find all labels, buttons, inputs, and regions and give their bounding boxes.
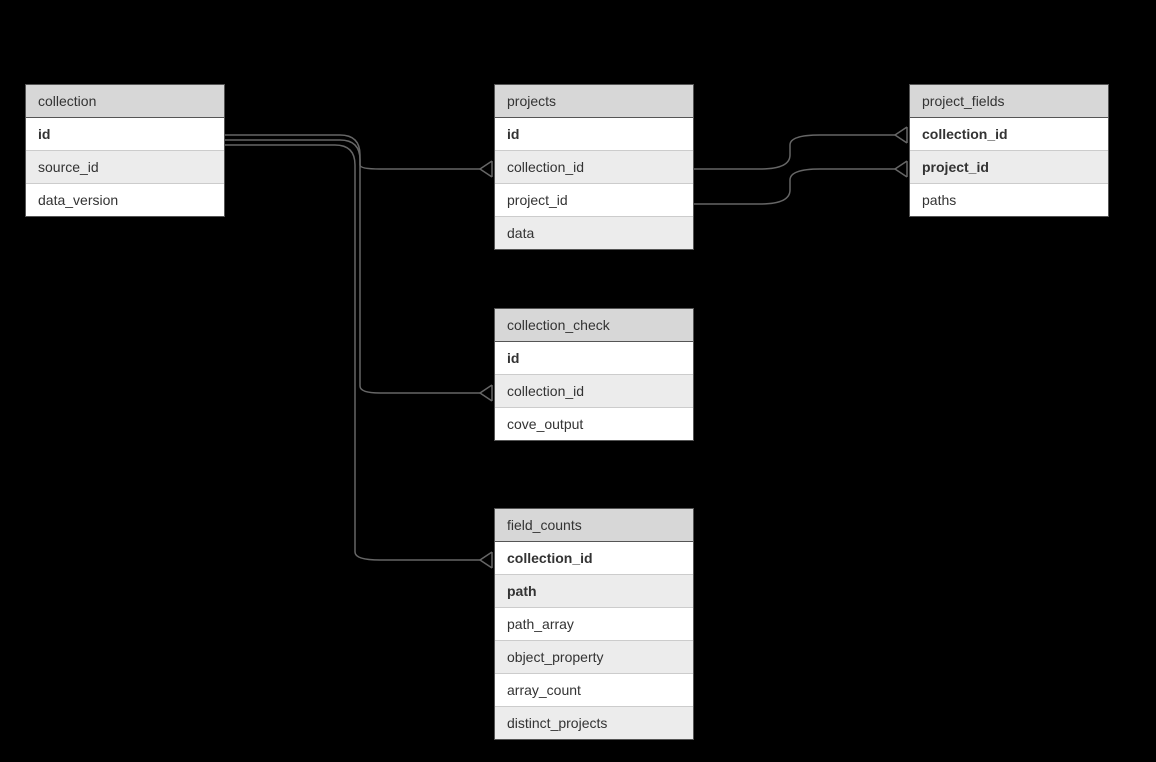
entity-project-fields-field-collection-id: collection_id (910, 118, 1108, 150)
entity-collection-field-source-id: source_id (26, 150, 224, 183)
entity-collection-check-field-cove-output: cove_output (495, 407, 693, 440)
entity-collection: collection id source_id data_version (25, 84, 225, 217)
entity-field-counts-field-array-count: array_count (495, 673, 693, 706)
entity-projects-field-collection-id: collection_id (495, 150, 693, 183)
entity-field-counts: field_counts collection_id path path_arr… (494, 508, 694, 740)
entity-projects: projects id collection_id project_id dat… (494, 84, 694, 250)
entity-collection-check-field-collection-id: collection_id (495, 374, 693, 407)
entity-collection-check: collection_check id collection_id cove_o… (494, 308, 694, 441)
entity-projects-title: projects (495, 85, 693, 118)
entity-project-fields: project_fields collection_id project_id … (909, 84, 1109, 217)
entity-projects-field-project-id: project_id (495, 183, 693, 216)
entity-collection-check-title: collection_check (495, 309, 693, 342)
entity-collection-check-field-id: id (495, 342, 693, 374)
entity-collection-title: collection (26, 85, 224, 118)
entity-field-counts-field-distinct-projects: distinct_projects (495, 706, 693, 739)
er-diagram-canvas: { "entities": { "collection": { "title":… (0, 0, 1156, 762)
entity-field-counts-field-object-property: object_property (495, 640, 693, 673)
entity-field-counts-field-path-array: path_array (495, 607, 693, 640)
entity-project-fields-title: project_fields (910, 85, 1108, 118)
entity-projects-field-data: data (495, 216, 693, 249)
entity-collection-field-id: id (26, 118, 224, 150)
entity-field-counts-title: field_counts (495, 509, 693, 542)
entity-collection-field-data-version: data_version (26, 183, 224, 216)
entity-field-counts-field-path: path (495, 574, 693, 607)
entity-project-fields-field-project-id: project_id (910, 150, 1108, 183)
entity-field-counts-field-collection-id: collection_id (495, 542, 693, 574)
entity-project-fields-field-paths: paths (910, 183, 1108, 216)
entity-projects-field-id: id (495, 118, 693, 150)
